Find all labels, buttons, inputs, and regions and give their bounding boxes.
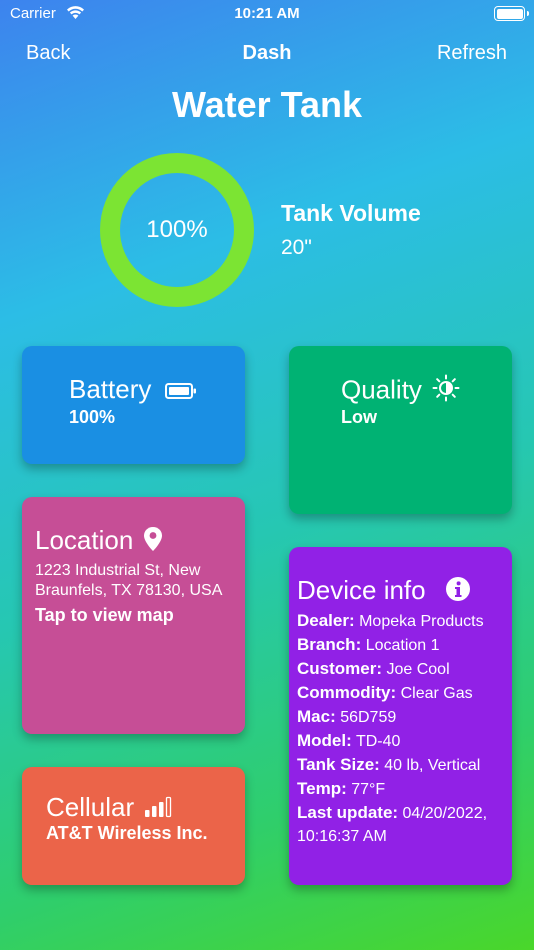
device-info-key: Commodity:: [297, 683, 397, 702]
device-info-key: Branch:: [297, 635, 362, 654]
status-bar: Carrier 10:21 AM: [0, 0, 534, 28]
device-info-value: Location 1: [365, 637, 440, 654]
device-info-row: Temp: 77°F: [297, 777, 509, 801]
device-info-key: Mac:: [297, 707, 336, 726]
device-info-list: Dealer: Mopeka Products Branch: Location …: [297, 609, 509, 848]
cellular-card-value: AT&T Wireless Inc.: [46, 823, 208, 843]
brightness-icon: [432, 374, 460, 409]
refresh-button[interactable]: Refresh: [437, 42, 507, 65]
device-info-value: TD-40: [355, 733, 401, 750]
info-icon[interactable]: [445, 576, 471, 609]
device-info-row: Branch: Location 1: [297, 633, 509, 657]
device-info-row: Customer: Joe Cool: [297, 657, 509, 681]
battery-card-title: Battery: [69, 374, 152, 404]
battery-card-value: 100%: [69, 407, 116, 427]
page-title: Water Tank: [171, 84, 363, 125]
device-info-card[interactable]: Device info Dealer: Mopeka Products Branc…: [289, 547, 512, 885]
device-info-value: Joe Cool: [386, 661, 450, 678]
tank-volume-value: 20": [281, 236, 312, 259]
navigation-bar: Back Dash Refresh: [0, 42, 534, 68]
device-info-value: 56D759: [340, 709, 397, 726]
location-address: 1223 Industrial St, New Braunfels, TX 78…: [35, 562, 223, 599]
quality-card[interactable]: Quality Low: [289, 346, 512, 514]
device-info-row: Model: TD-40: [297, 729, 509, 753]
device-info-row: Commodity: Clear Gas: [297, 681, 509, 705]
quality-card-value: Low: [341, 407, 377, 427]
map-pin-icon: [143, 526, 163, 559]
gauge-percent: 100%: [146, 216, 208, 243]
device-info-title: Device info: [297, 575, 426, 605]
device-info-value: 77°F: [351, 781, 386, 798]
location-card-title: Location: [35, 525, 134, 555]
cellular-card-title: Cellular: [46, 792, 135, 822]
device-info-key: Model:: [297, 731, 352, 750]
status-battery-icon: [494, 6, 529, 21]
tank-level-gauge: 100%: [99, 152, 255, 308]
cellular-card[interactable]: Cellular AT&T Wireless Inc.: [22, 767, 245, 885]
device-info-value: Mopeka Products: [359, 613, 484, 630]
device-info-row: Tank Size: 40 lb, Vertical: [297, 753, 509, 777]
battery-icon: [164, 376, 197, 407]
device-info-row: Last update: 04/20/2022, 10:16:37 AM: [297, 801, 509, 848]
device-info-key: Dealer:: [297, 611, 355, 630]
signal-bars-icon: [144, 794, 174, 825]
device-info-row: Dealer: Mopeka Products: [297, 609, 509, 633]
tank-volume-title: Tank Volume: [281, 200, 421, 226]
device-info-key: Customer:: [297, 659, 383, 678]
device-info-value: 40 lb, Vertical: [384, 757, 481, 774]
location-card[interactable]: Location 1223 Industrial St, New Braunfe…: [22, 497, 245, 734]
device-info-value: Clear Gas: [400, 685, 473, 702]
view-map-link[interactable]: Tap to view map: [35, 605, 174, 626]
quality-card-title: Quality: [341, 374, 422, 405]
device-info-key: Temp:: [297, 779, 347, 798]
device-info-key: Tank Size:: [297, 755, 380, 774]
device-info-key: Last update:: [297, 803, 399, 822]
battery-card[interactable]: Battery 100%: [22, 346, 245, 464]
device-info-row: Mac: 56D759: [297, 705, 509, 729]
status-time: 10:21 AM: [234, 5, 300, 22]
